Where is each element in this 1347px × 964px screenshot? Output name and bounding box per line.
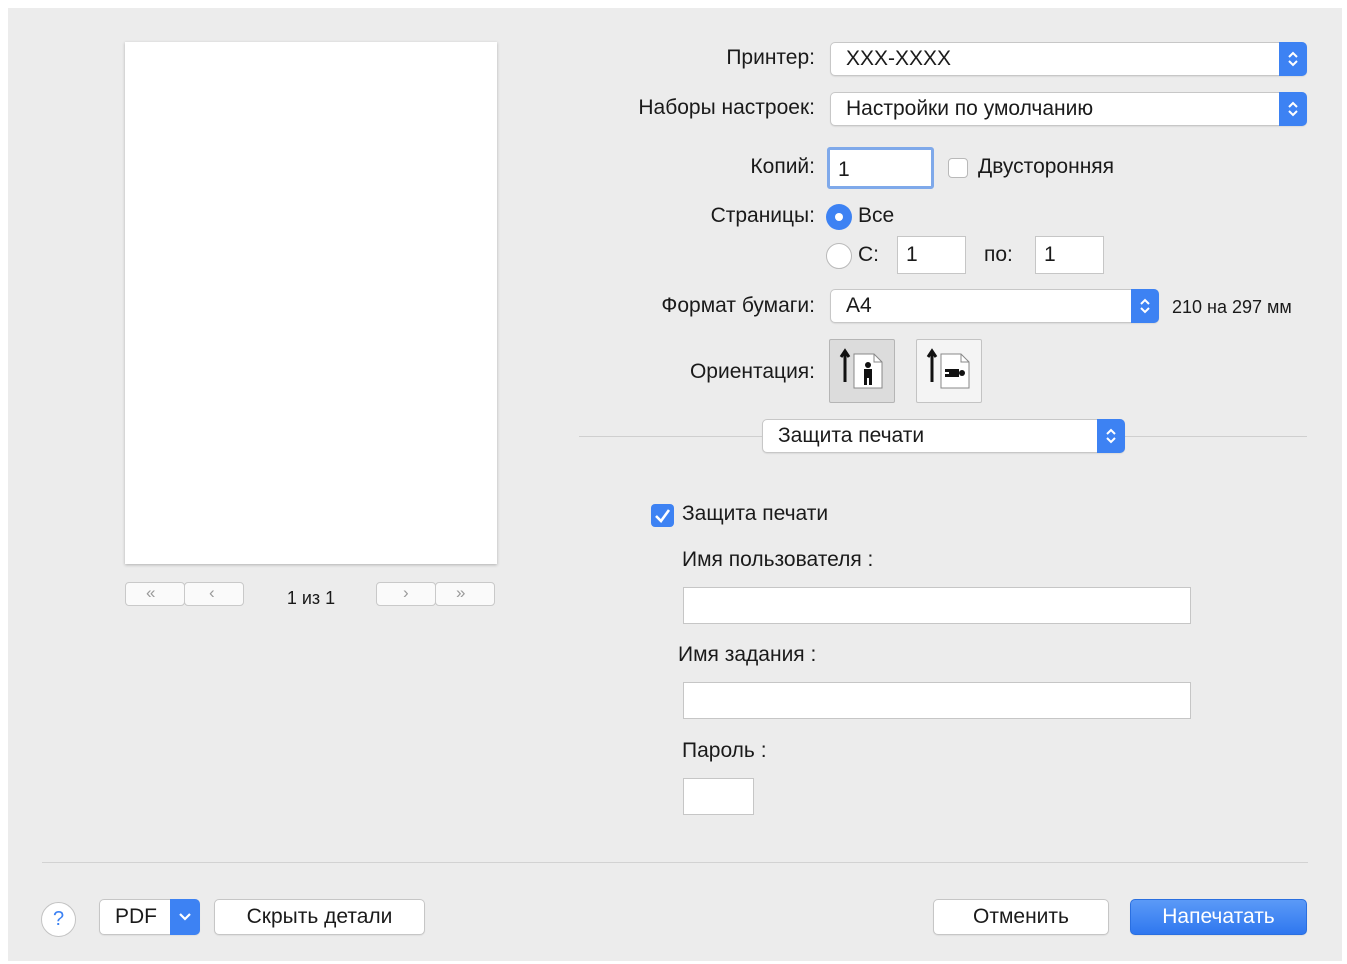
chevron-down-icon <box>170 899 200 935</box>
question-mark-icon: ? <box>52 908 65 930</box>
footer-divider <box>42 862 1308 863</box>
page-preview <box>125 42 497 564</box>
previous-page-button[interactable]: ‹ <box>184 582 244 606</box>
section-select[interactable]: Защита печати <box>762 419 1125 453</box>
pages-from-label: С: <box>858 243 879 266</box>
last-page-button[interactable]: » <box>435 582 495 606</box>
presets-select[interactable]: Настройки по умолчанию <box>830 92 1307 126</box>
secure-print-label: Защита печати <box>682 502 829 525</box>
updown-arrows-icon <box>1097 419 1125 453</box>
orientation-landscape-button[interactable] <box>916 339 982 403</box>
section-divider-left <box>579 436 763 437</box>
pages-to-value: 1 <box>1044 243 1056 266</box>
double-chevron-left-icon: « <box>146 583 156 602</box>
copies-label: Копий: <box>750 155 815 178</box>
section-divider-right <box>1125 436 1307 437</box>
password-input[interactable] <box>683 778 754 815</box>
duplex-checkbox[interactable] <box>948 158 968 178</box>
pages-range-radio[interactable] <box>826 243 852 269</box>
portrait-orientation-icon <box>839 348 883 389</box>
pages-label: Страницы: <box>710 204 815 227</box>
duplex-label: Двусторонняя <box>978 155 1115 178</box>
print-dialog: « ‹ 1 из 1 › » Принтер: XXX-XXXX Наборы … <box>8 8 1342 961</box>
paper-label: Формат бумаги: <box>661 294 815 317</box>
pages-from-input[interactable]: 1 <box>897 236 966 274</box>
pdf-menu-button[interactable]: PDF <box>99 899 200 935</box>
updown-arrows-icon <box>1131 289 1159 323</box>
orientation-label: Ориентация: <box>689 360 815 383</box>
secure-print-checkbox[interactable] <box>651 504 674 527</box>
chevron-left-icon: ‹ <box>209 583 215 602</box>
page-indicator: 1 из 1 <box>286 588 336 608</box>
copies-value: 1 <box>838 158 850 181</box>
double-chevron-right-icon: » <box>456 583 466 602</box>
updown-arrows-icon <box>1279 42 1307 76</box>
section-value: Защита печати <box>778 424 925 447</box>
copies-input[interactable]: 1 <box>827 147 934 189</box>
next-page-button[interactable]: › <box>376 582 436 606</box>
pages-all-radio[interactable] <box>826 204 852 230</box>
paper-select[interactable]: A4 <box>830 289 1159 323</box>
checkmark-icon <box>655 509 671 523</box>
printer-label: Принтер: <box>726 46 815 69</box>
jobname-input[interactable] <box>683 682 1191 719</box>
password-label: Пароль : <box>682 739 767 762</box>
pdf-label: PDF <box>115 905 157 928</box>
pages-to-label: по: <box>984 243 1013 266</box>
hide-details-button[interactable]: Скрыть детали <box>214 899 425 935</box>
first-page-button[interactable]: « <box>125 582 185 606</box>
orientation-portrait-button[interactable] <box>829 339 895 403</box>
printer-value: XXX-XXXX <box>846 47 952 70</box>
chevron-right-icon: › <box>403 583 409 602</box>
cancel-button[interactable]: Отменить <box>933 899 1109 935</box>
paper-size-text: 210 на 297 мм <box>1172 297 1292 317</box>
username-label: Имя пользователя : <box>682 548 874 571</box>
printer-select[interactable]: XXX-XXXX <box>830 42 1307 76</box>
jobname-label: Имя задания : <box>678 643 817 666</box>
pages-to-input[interactable]: 1 <box>1035 236 1104 274</box>
username-input[interactable] <box>683 587 1191 624</box>
print-button[interactable]: Напечатать <box>1130 899 1307 935</box>
presets-label: Наборы настроек: <box>638 96 815 119</box>
updown-arrows-icon <box>1279 92 1307 126</box>
pages-all-label: Все <box>858 204 895 227</box>
pages-from-value: 1 <box>906 243 918 266</box>
help-button[interactable]: ? <box>41 902 76 937</box>
presets-value: Настройки по умолчанию <box>846 97 1094 120</box>
landscape-orientation-icon <box>926 348 970 389</box>
paper-value: A4 <box>846 294 872 317</box>
